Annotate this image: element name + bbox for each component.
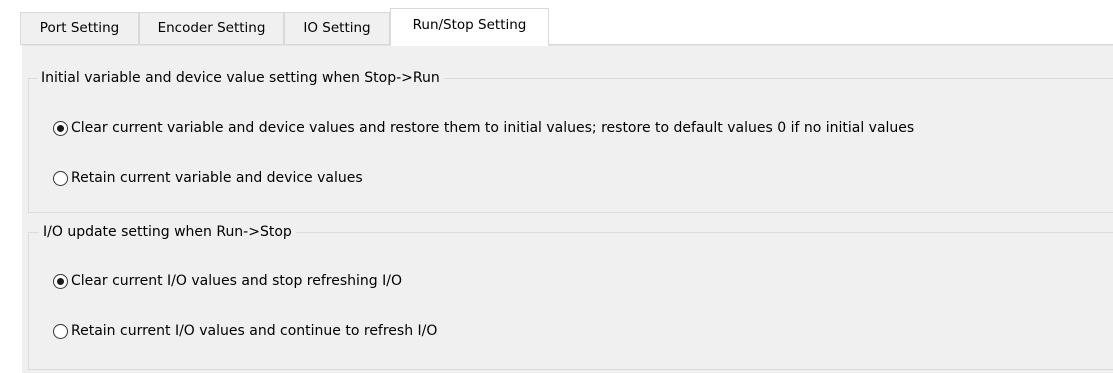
tab-port-setting[interactable]: Port Setting (20, 12, 139, 44)
retain-io-radio-option[interactable]: Retain current I/O values and continue t… (53, 320, 437, 342)
run-to-stop-group: I/O update setting when Run->Stop Clear … (28, 222, 1113, 370)
radio-button-unchecked[interactable] (53, 170, 68, 186)
clear-variables-label: Clear current variable and device values… (71, 120, 915, 136)
retain-io-label: Retain current I/O values and continue t… (71, 323, 438, 339)
tab-io-setting[interactable]: IO Setting (284, 12, 390, 44)
radio-button-unchecked[interactable] (53, 323, 68, 339)
retain-variables-radio-option[interactable]: Retain current variable and device value… (53, 167, 363, 189)
tab-run-stop-setting[interactable]: Run/Stop Setting (390, 8, 549, 46)
radio-button-checked[interactable] (53, 120, 68, 136)
clear-variables-radio-option[interactable]: Clear current variable and device values… (53, 117, 914, 139)
stop-to-run-group: Initial variable and device value settin… (28, 68, 1113, 213)
clear-io-radio-option[interactable]: Clear current I/O values and stop refres… (53, 270, 402, 292)
run-stop-settings-panel: Initial variable and device value settin… (22, 45, 1113, 373)
run-to-stop-group-title: I/O update setting when Run->Stop (39, 222, 296, 242)
retain-variables-label: Retain current variable and device value… (71, 170, 363, 186)
clear-io-label: Clear current I/O values and stop refres… (71, 273, 402, 289)
tab-encoder-setting[interactable]: Encoder Setting (139, 12, 284, 44)
stop-to-run-group-title: Initial variable and device value settin… (37, 68, 444, 88)
tab-strip: Port Setting Encoder Setting IO Setting … (20, 8, 1113, 46)
radio-button-checked[interactable] (53, 273, 68, 289)
